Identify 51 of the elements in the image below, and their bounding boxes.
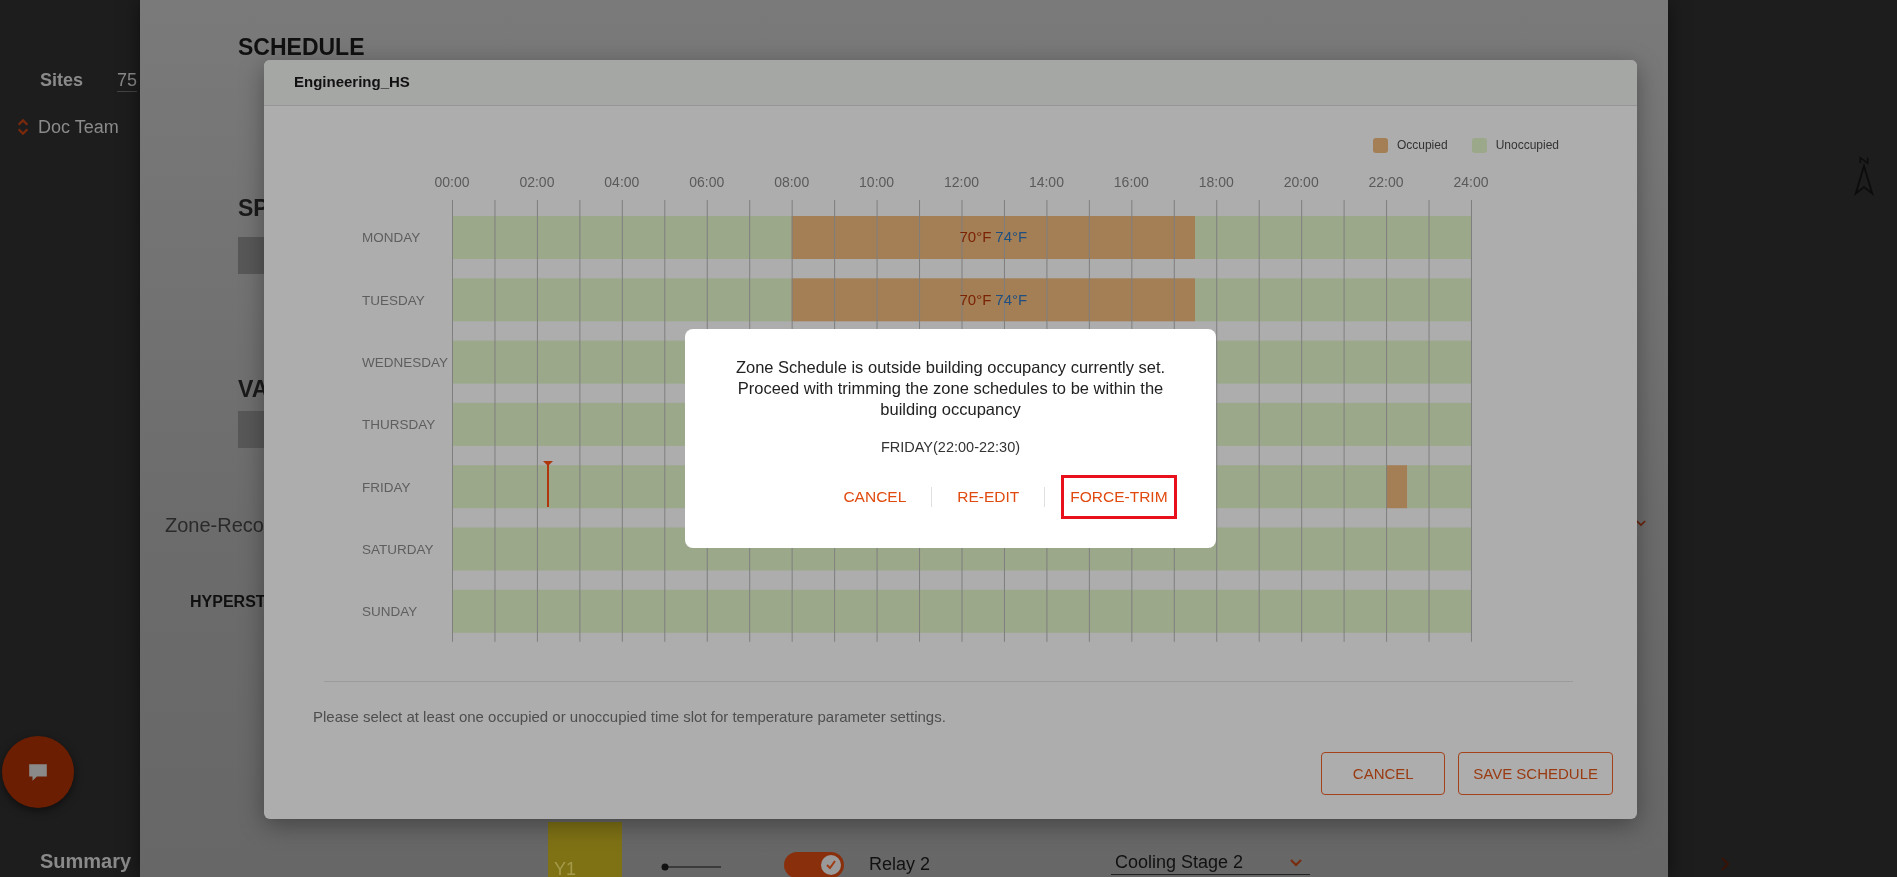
dialog-button[interactable]: SAVE SCHEDULE: [1458, 752, 1613, 795]
zone-label: Zone-Reco: [165, 514, 264, 537]
legend-label: Unoccupied: [1495, 138, 1559, 152]
legend-label: Occupied: [1396, 138, 1448, 152]
time-label: 04:00: [604, 174, 640, 190]
summary-title: Summary: [40, 850, 132, 873]
time-label: 02:00: [519, 174, 555, 190]
dialog-button[interactable]: CANCEL: [1321, 752, 1446, 795]
time-label: 20:00: [1283, 174, 1319, 190]
day-label: FRIDAY: [362, 479, 411, 495]
hint-text: Please select at least one occupied or unoccupied time slot for temperature parameter settings.: [313, 708, 947, 725]
alert-message: Zone Schedule is outside building occupancy currently set. Proceed with trimming the zone schedules to be within the building occupancy: [734, 357, 1167, 420]
day-label: SATURDAY: [362, 542, 434, 557]
alert-detail: FRIDAY(22:00-22:30): [880, 439, 1021, 455]
mode-dropdown[interactable]: Cooling Stage 2: [1111, 852, 1310, 875]
time-label: 22:00: [1368, 174, 1404, 190]
time-label: 18:00: [1198, 174, 1234, 190]
time-label: 06:00: [689, 174, 725, 190]
check-icon: [825, 859, 837, 871]
relay-label: Relay 2: [869, 854, 931, 875]
chevron-right-icon: [1721, 857, 1729, 871]
time-label: 16:00: [1113, 174, 1149, 190]
sites-title: Sites: [40, 70, 84, 91]
setpoint-label: 70°F 74°F: [959, 290, 1028, 308]
text-button[interactable]: RE-EDIT: [948, 475, 1029, 519]
time-label: 00:00: [434, 174, 470, 190]
site-selector[interactable]: Doc Team: [16, 116, 119, 138]
time-label: 10:00: [859, 174, 895, 190]
day-label: THURSDAY: [362, 417, 436, 433]
day-label: MONDAY: [362, 230, 421, 246]
day-label: SUNDAY: [362, 604, 418, 620]
sort-icon: [16, 116, 30, 138]
time-marker-icon: [543, 461, 553, 507]
text-button[interactable]: CANCEL: [834, 475, 916, 519]
time-label: 12:00: [944, 174, 979, 190]
setpoint-label: 70°F 74°F: [959, 228, 1028, 246]
sites-count: 75: [117, 70, 138, 92]
chat-icon: [27, 761, 49, 783]
time-label: 14:00: [1028, 174, 1064, 190]
time-label: 08:00: [774, 174, 810, 190]
dialog-title: Engineering_HS: [264, 60, 1637, 106]
caret-icon: [1290, 858, 1302, 867]
time-label: 24:00: [1453, 174, 1489, 190]
section-heading: SCHEDULE: [238, 34, 365, 61]
relay-toggle[interactable]: [784, 852, 844, 877]
day-label: TUESDAY: [362, 292, 425, 308]
device-label: HYPERST: [190, 593, 266, 611]
day-label: WEDNESDAY: [362, 355, 448, 371]
text-button[interactable]: FORCE-TRIM: [1061, 475, 1177, 519]
caret-icon: [1636, 520, 1646, 527]
connector-line: [661, 862, 721, 872]
